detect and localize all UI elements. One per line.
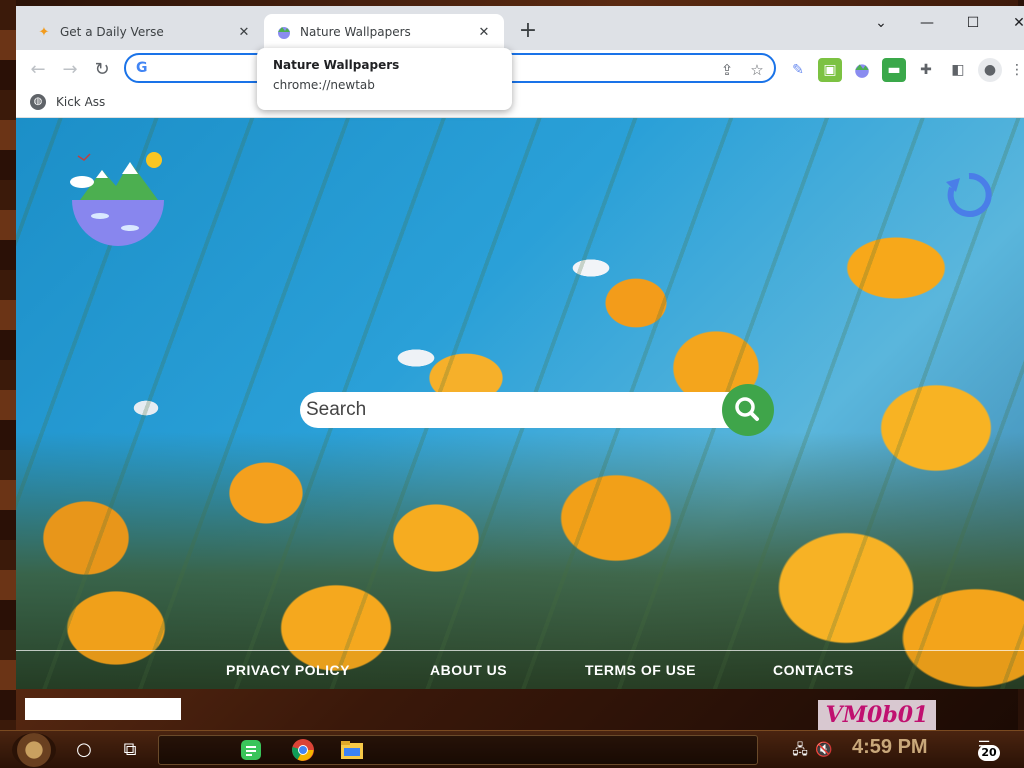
search-icon bbox=[735, 397, 759, 421]
profile-avatar-icon[interactable]: ● bbox=[978, 58, 1002, 82]
shopping-extension-icon[interactable]: ▣ bbox=[818, 58, 842, 82]
desktop-white-box bbox=[25, 698, 181, 720]
browser-toolbar: ← → ↻ G ⇪ ☆ ✎ ▣ ▬ ✚ ◧ ● ⋮ bbox=[16, 50, 1024, 90]
contacts-link[interactable]: CONTACTS bbox=[773, 662, 854, 678]
reload-icon[interactable]: ↻ bbox=[88, 56, 116, 84]
notes-app-icon[interactable] bbox=[237, 736, 265, 764]
hover-card-title: Nature Wallpapers bbox=[273, 58, 400, 72]
google-g-icon: G bbox=[136, 60, 148, 76]
search-box[interactable] bbox=[300, 392, 772, 428]
page-footer: PRIVACY POLICY ABOUT US TERMS OF USE CON… bbox=[16, 650, 1024, 689]
side-panel-icon[interactable]: ◧ bbox=[946, 58, 970, 82]
refresh-wallpaper-icon[interactable] bbox=[944, 170, 994, 220]
tab-daily-verse[interactable]: ✦ Get a Daily Verse ✕ bbox=[24, 14, 264, 50]
notification-count-badge: 20 bbox=[978, 745, 1000, 761]
tab-search-chevron-icon[interactable]: ⌄ bbox=[858, 8, 904, 38]
bookmark-star-icon[interactable]: ☆ bbox=[746, 59, 768, 81]
tab-hover-card: Nature Wallpapers chrome://newtab bbox=[257, 48, 512, 110]
task-view-icon[interactable]: ⧉ bbox=[116, 736, 144, 764]
new-tab-page: PRIVACY POLICY ABOUT US TERMS OF USE CON… bbox=[16, 118, 1024, 689]
terms-of-use-link[interactable]: TERMS OF USE bbox=[585, 662, 696, 678]
menu-kebab-icon[interactable]: ⋮ bbox=[1010, 58, 1024, 82]
new-tab-button[interactable]: + bbox=[514, 18, 542, 46]
bookmark-label: Kick Ass bbox=[56, 95, 106, 109]
close-tab-icon[interactable]: ✕ bbox=[476, 25, 492, 40]
nature-extension-icon[interactable] bbox=[850, 58, 874, 82]
volume-muted-icon[interactable]: 🔇 bbox=[810, 736, 838, 764]
close-tab-icon[interactable]: ✕ bbox=[236, 25, 252, 40]
tab-strip: ✦ Get a Daily Verse ✕ Nature Wallpapers … bbox=[16, 6, 1024, 50]
start-button[interactable] bbox=[12, 733, 56, 767]
browser-window: ✦ Get a Daily Verse ✕ Nature Wallpapers … bbox=[16, 6, 1024, 689]
minimize-button[interactable]: — bbox=[904, 8, 950, 38]
taskbar: ○ ⧉ 🖧 🔇 4:59 PM ☰ 20 bbox=[0, 730, 1024, 768]
taskbar-clock[interactable]: 4:59 PM bbox=[852, 736, 928, 759]
star-icon: ✦ bbox=[38, 24, 50, 40]
bookmark-kick-ass[interactable]: ◍ Kick Ass bbox=[30, 94, 105, 110]
chrome-icon[interactable] bbox=[289, 736, 317, 764]
extensions-puzzle-icon[interactable]: ✚ bbox=[914, 58, 938, 82]
back-arrow-icon[interactable]: ← bbox=[24, 56, 52, 84]
privacy-policy-link[interactable]: PRIVACY POLICY bbox=[226, 662, 350, 678]
tab-title: Nature Wallpapers bbox=[300, 25, 411, 39]
globe-icon: ◍ bbox=[30, 94, 46, 110]
file-explorer-icon[interactable] bbox=[338, 736, 366, 764]
tab-title: Get a Daily Verse bbox=[60, 25, 164, 39]
share-icon[interactable]: ⇪ bbox=[716, 59, 738, 81]
search-button[interactable] bbox=[722, 384, 774, 436]
nature-globe-icon bbox=[276, 24, 292, 40]
search-input[interactable] bbox=[306, 396, 706, 424]
maximize-button[interactable]: ☐ bbox=[950, 8, 996, 38]
nature-wallpapers-logo[interactable] bbox=[68, 148, 168, 248]
green-extension-icon[interactable]: ▬ bbox=[882, 58, 906, 82]
notes-extension-icon[interactable]: ✎ bbox=[786, 58, 810, 82]
desktop-wallpaper-edge bbox=[0, 0, 16, 730]
about-us-link[interactable]: ABOUT US bbox=[430, 662, 507, 678]
tab-nature-wallpapers[interactable]: Nature Wallpapers ✕ bbox=[264, 14, 504, 50]
bookmarks-bar: ◍ Kick Ass bbox=[16, 90, 1024, 118]
hover-card-url: chrome://newtab bbox=[273, 78, 375, 92]
close-window-button[interactable]: ✕ bbox=[996, 8, 1024, 38]
notification-center-icon[interactable]: ☰ 20 bbox=[972, 739, 1000, 761]
forward-arrow-icon[interactable]: → bbox=[56, 56, 84, 84]
vm-label: VM0b01 bbox=[818, 700, 936, 730]
cortana-circle-icon[interactable]: ○ bbox=[70, 736, 98, 764]
